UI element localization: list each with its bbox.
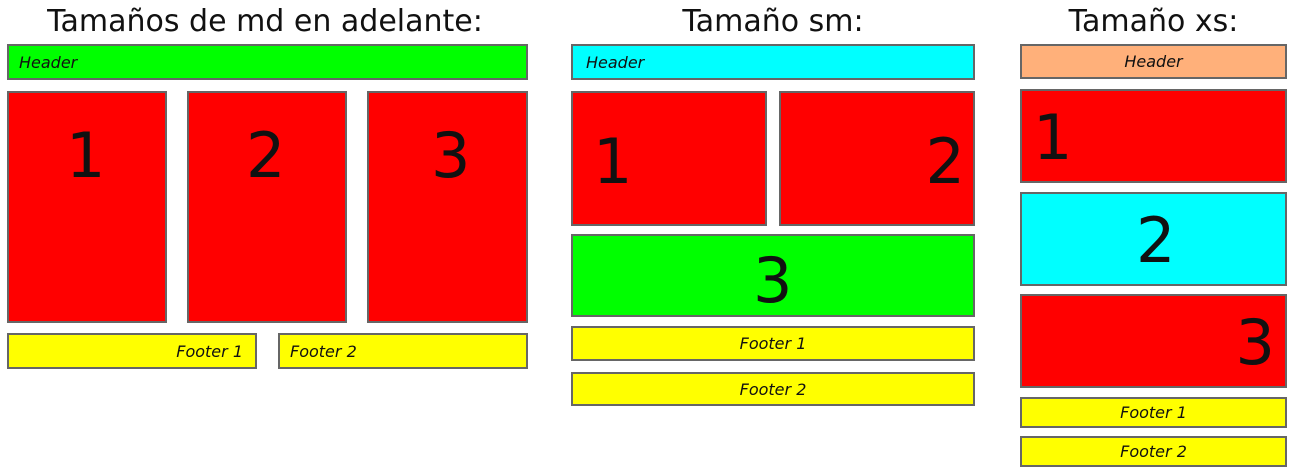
column-box-1: 1 [571, 91, 767, 226]
box-number: 3 [431, 119, 471, 192]
column-box-3: 3 [571, 234, 975, 317]
box-number: 3 [1235, 306, 1275, 379]
header-block: Header [7, 44, 528, 80]
footer-1: Footer 1 [7, 333, 257, 369]
footer-1: Footer 1 [1020, 397, 1287, 428]
footer-label: Footer 1 [739, 334, 807, 353]
header-label: Header [586, 52, 645, 72]
column-box-3: 3 [367, 91, 528, 323]
column-box-3: 3 [1020, 294, 1287, 388]
column-box-2: 2 [187, 91, 347, 323]
header-label: Header [19, 52, 78, 72]
footer-label: Footer 2 [1120, 442, 1187, 461]
box-number: 1 [1033, 101, 1073, 174]
column-box-1: 1 [1020, 89, 1287, 183]
panel-title: Tamaño xs: [1068, 4, 1239, 39]
column-box-1: 1 [7, 91, 167, 323]
box-number: 2 [1136, 204, 1176, 277]
footer-label: Footer 2 [739, 379, 807, 399]
footer-2: Footer 2 [278, 333, 528, 369]
column-box-2: 2 [779, 91, 975, 226]
header-block: Header [1020, 44, 1287, 79]
box-number: 3 [753, 244, 793, 317]
box-number: 1 [66, 119, 106, 192]
footer-label: Footer 1 [176, 341, 243, 361]
footer-label: Footer 2 [290, 341, 357, 361]
footer-label: Footer 1 [1120, 403, 1187, 422]
box-number: 2 [246, 119, 286, 192]
panel-title: Tamaño sm: [682, 4, 864, 39]
column-box-2: 2 [1020, 192, 1287, 286]
box-number: 1 [593, 125, 633, 198]
header-label: Header [1124, 52, 1183, 71]
box-number: 2 [925, 125, 965, 198]
footer-1: Footer 1 [571, 326, 975, 361]
footer-2: Footer 2 [571, 372, 975, 406]
header-block: Header [571, 44, 975, 80]
footer-2: Footer 2 [1020, 436, 1287, 467]
panel-title: Tamaños de md en adelante: [47, 4, 483, 39]
